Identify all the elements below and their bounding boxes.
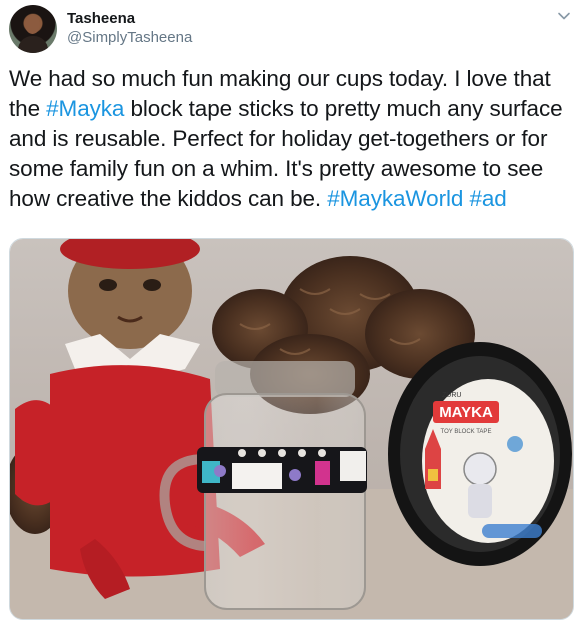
hashtag-link[interactable]: #ad — [469, 186, 506, 211]
tweet-text: We had so much fun making our cups today… — [9, 64, 569, 214]
avatar-face — [25, 15, 40, 34]
avatar[interactable] — [9, 5, 57, 53]
author-handle[interactable]: @SimplyTasheena — [67, 29, 192, 46]
chevron-down-icon[interactable] — [557, 9, 571, 23]
tweet-photo[interactable]: MAYKA ZURU TOY BLOCK TAPE — [9, 238, 574, 620]
hashtag-link[interactable]: #Mayka — [46, 96, 124, 121]
product-subtitle: TOY BLOCK TAPE — [441, 429, 492, 435]
product-logo: MAYKA — [439, 404, 493, 421]
hashtag-link[interactable]: #MaykaWorld — [327, 186, 463, 211]
avatar-body — [18, 36, 48, 53]
product-brand: ZURU — [442, 392, 461, 399]
author-name[interactable]: Tasheena — [67, 10, 135, 27]
